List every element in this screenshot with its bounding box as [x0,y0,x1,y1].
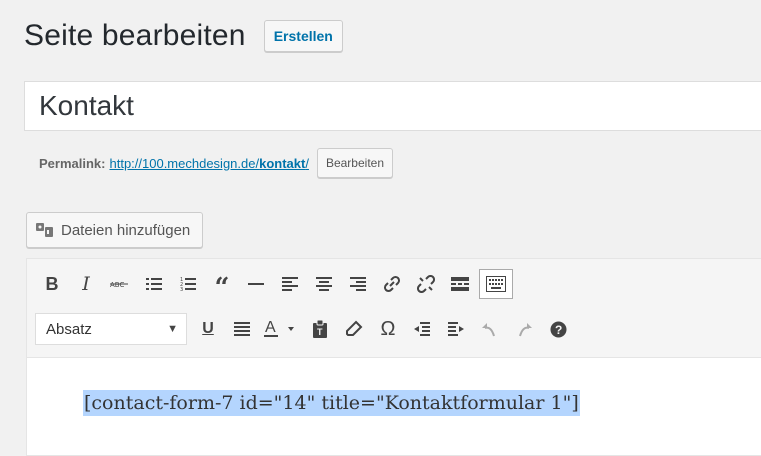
media-upload-icon [35,220,55,240]
indent-icon[interactable] [439,313,473,345]
special-character-icon[interactable]: Ω [371,313,405,345]
permalink-bar: Permalink: http://100.mechdesign.de/kont… [39,146,393,180]
undo-icon[interactable] [473,313,507,345]
editor-content-text: [contact-form-7 id="14" title="Kontaktfo… [83,390,580,416]
svg-text:ABC: ABC [110,281,124,289]
permalink-base: http://100.mechdesign.de/ [109,155,260,171]
permalink-edit-button[interactable]: Bearbeiten [316,148,393,178]
justify-icon[interactable] [225,313,259,345]
chevron-down-icon: ▼ [167,323,178,335]
link-icon[interactable] [375,268,409,300]
horizontal-rule-icon[interactable] [239,268,273,300]
toolbar-row-2: Absatz ▼ U A T Ω ? [35,313,575,345]
clear-formatting-icon[interactable] [337,313,371,345]
permalink-link[interactable]: http://100.mechdesign.de/kontakt/ [109,156,308,171]
strikethrough-icon[interactable]: ABC [103,268,137,300]
toolbar-toggle-icon[interactable] [479,269,513,299]
permalink-slug-suffix: / [305,155,309,171]
format-select-value: Absatz [46,320,92,338]
svg-text:?: ? [555,323,562,337]
svg-text:A: A [265,319,276,336]
italic-icon[interactable]: I [69,268,103,300]
underline-icon[interactable]: U [191,313,225,345]
page-header: Seite bearbeiten Erstellen [24,16,343,56]
paste-text-icon[interactable]: T [303,313,337,345]
title-input[interactable]: Kontakt [24,81,761,131]
align-left-icon[interactable] [273,268,307,300]
blockquote-icon[interactable]: “ [205,268,239,301]
align-right-icon[interactable] [341,268,375,300]
add-media-button[interactable]: Dateien hinzufügen [26,212,204,248]
bullet-list-icon[interactable] [137,268,171,300]
svg-text:3: 3 [180,287,183,293]
bold-icon[interactable]: B [35,268,69,300]
content-editor[interactable]: B I ABC 123 “ Absatz ▼ U A T Ω ? [contac… [26,258,761,456]
help-icon[interactable]: ? [541,313,575,345]
format-select[interactable]: Absatz ▼ [35,313,187,345]
align-center-icon[interactable] [307,268,341,300]
read-more-icon[interactable] [443,268,477,300]
unlink-icon[interactable] [409,268,443,300]
redo-icon[interactable] [507,313,541,345]
outdent-icon[interactable] [405,313,439,345]
editor-toolbar: B I ABC 123 “ Absatz ▼ U A T Ω ? [27,259,761,358]
permalink-slug: kontakt [259,155,306,171]
create-button[interactable]: Erstellen [263,20,343,52]
editor-content[interactable]: [contact-form-7 id="14" title="Kontaktfo… [83,390,580,416]
numbered-list-icon[interactable]: 123 [171,268,205,300]
text-color-icon[interactable]: A [259,313,303,345]
svg-text:T: T [317,327,323,337]
toolbar-row-1: B I ABC 123 “ [35,268,513,301]
permalink-label: Permalink: [39,155,106,171]
left-strip [0,0,6,456]
add-media-label: Dateien hinzufügen [61,221,191,239]
page-title: Seite bearbeiten [24,19,246,52]
